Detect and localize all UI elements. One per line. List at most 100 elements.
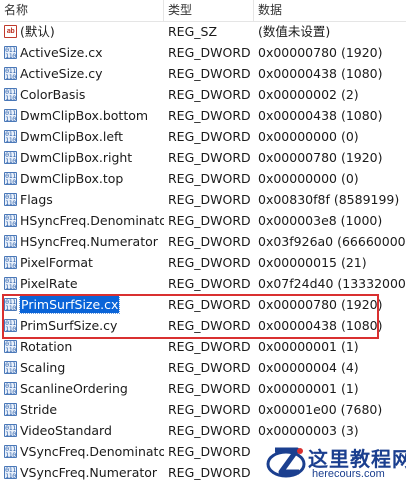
value-data: 0x00001e00 (7680)	[258, 402, 383, 417]
value-data: 0x03f926a0 (66660000)	[258, 234, 406, 249]
value-name: Flags	[20, 192, 53, 207]
value-data: 0x00000438 (1080)	[258, 66, 383, 81]
column-header-name[interactable]: 名称	[0, 0, 164, 21]
registry-value-row[interactable]: 011 110 Rotation REG_DWORD 0x00000001 (1)	[0, 336, 406, 357]
value-type: REG_DWORD	[168, 45, 251, 60]
registry-value-row[interactable]: 011 110 PrimSurfSize.cy REG_DWORD 0x0000043…	[0, 315, 406, 336]
column-header-data[interactable]: 数据	[254, 0, 406, 21]
value-type: REG_DWORD	[168, 129, 251, 144]
value-name-cell: 011 110 DwmClipBox.right	[4, 147, 164, 168]
value-name-cell: 011 110 DwmClipBox.top	[4, 168, 164, 189]
value-name: VSyncFreq.Numerator	[20, 465, 158, 480]
value-type: REG_DWORD	[168, 276, 251, 291]
value-name-cell: 011 110 HSyncFreq.Denominator	[4, 210, 164, 231]
value-name: DwmClipBox.right	[20, 150, 133, 165]
dword-value-icon: 011 110	[4, 193, 17, 206]
value-name-cell: ab (默认)	[4, 21, 164, 42]
value-name: PixelFormat	[20, 255, 93, 270]
dword-value-icon: 011 110	[4, 319, 17, 332]
registry-value-row[interactable]: ab (默认) REG_SZ (数值未设置)	[0, 21, 406, 42]
value-name-cell: 011 110 ColorBasis	[4, 84, 164, 105]
value-type: REG_DWORD	[168, 297, 251, 312]
value-data: 0x00000004 (4)	[258, 360, 359, 375]
value-type: REG_DWORD	[168, 255, 251, 270]
value-name-cell: 011 110 PrimSurfSize.cy	[4, 315, 164, 336]
value-name-cell: 011 110 Scaling	[4, 357, 164, 378]
value-name-cell: 011 110 ActiveSize.cy	[4, 63, 164, 84]
registry-value-row[interactable]: 011 110 Scaling REG_DWORD 0x00000004 (4)	[0, 357, 406, 378]
value-data: 0x00000000 (0)	[258, 129, 359, 144]
value-name: PixelRate	[20, 276, 78, 291]
value-name: PrimSurfSize.cx	[18, 295, 121, 314]
registry-value-row[interactable]: 011 110 Flags REG_DWORD 0x00830f8f (8589199…	[0, 189, 406, 210]
registry-value-row[interactable]: 011 110 ActiveSize.cx REG_DWORD 0x00000780 …	[0, 42, 406, 63]
dword-value-icon: 011 110	[4, 67, 17, 80]
value-type: REG_SZ	[168, 24, 218, 39]
value-name: ColorBasis	[20, 87, 86, 102]
registry-value-row[interactable]: 011 110 DwmClipBox.bottom REG_DWORD 0x00000…	[0, 105, 406, 126]
value-type: REG_DWORD	[168, 381, 251, 396]
value-name: HSyncFreq.Numerator	[20, 234, 158, 249]
dword-value-icon: 011 110	[4, 151, 17, 164]
dword-value-icon: 011 110	[4, 46, 17, 59]
value-data: (数值未设置)	[258, 24, 331, 39]
registry-value-row[interactable]: 011 110 ScanlineOrdering REG_DWORD 0x000000…	[0, 378, 406, 399]
value-type: REG_DWORD	[168, 465, 251, 480]
registry-value-row[interactable]: 011 110 HSyncFreq.Numerator REG_DWORD 0x03f…	[0, 231, 406, 252]
registry-value-row[interactable]: 011 110 DwmClipBox.left REG_DWORD 0x0000000…	[0, 126, 406, 147]
registry-values-list: ab (默认) REG_SZ (数值未设置) 011 110 ActiveSize.cx R…	[0, 21, 406, 483]
dword-value-icon: 011 110	[4, 214, 17, 227]
registry-value-row[interactable]: 011 110 DwmClipBox.top REG_DWORD 0x00000000…	[0, 168, 406, 189]
registry-value-row[interactable]: 011 110 PixelRate REG_DWORD 0x07f24d40 (133…	[0, 273, 406, 294]
dword-value-icon: 011 110	[4, 172, 17, 185]
value-name: Stride	[20, 402, 58, 417]
registry-value-row[interactable]: 011 110 VideoStandard REG_DWORD 0x00000003 …	[0, 420, 406, 441]
watermark-url: herecours.com	[312, 468, 385, 480]
value-name: HSyncFreq.Denominator	[20, 213, 164, 228]
dword-value-icon: 011 110	[4, 277, 17, 290]
registry-value-row[interactable]: 011 110 PixelFormat REG_DWORD 0x00000015 (2…	[0, 252, 406, 273]
value-name-cell: 011 110 DwmClipBox.left	[4, 126, 164, 147]
value-name-cell: 011 110 DwmClipBox.bottom	[4, 105, 164, 126]
value-data: 0x00000780 (1920)	[258, 150, 383, 165]
value-name: VSyncFreq.Denominator	[20, 444, 164, 459]
registry-value-row[interactable]: 011 110 Stride REG_DWORD 0x00001e00 (7680)	[0, 399, 406, 420]
registry-value-row[interactable]: 011 110 ActiveSize.cy REG_DWORD 0x00000438 …	[0, 63, 406, 84]
watermark-logo-icon	[266, 447, 306, 478]
dword-value-icon: 011 110	[4, 298, 17, 311]
value-name-cell: 011 110 ScanlineOrdering	[4, 378, 164, 399]
dword-value-icon: 011 110	[4, 466, 17, 479]
value-data: 0x000003e8 (1000)	[258, 213, 383, 228]
value-data: 0x00000000 (0)	[258, 171, 359, 186]
value-name: ScanlineOrdering	[20, 381, 128, 396]
value-type: REG_DWORD	[168, 444, 251, 459]
value-name: Scaling	[20, 360, 66, 375]
registry-value-row[interactable]: 011 110 ColorBasis REG_DWORD 0x00000002 (2)	[0, 84, 406, 105]
dword-value-icon: 011 110	[4, 382, 17, 395]
value-type: REG_DWORD	[168, 234, 251, 249]
value-name-cell: 011 110 Flags	[4, 189, 164, 210]
value-name-cell: 011 110 Rotation	[4, 336, 164, 357]
column-header-type[interactable]: 类型	[164, 0, 254, 21]
value-name: (默认)	[20, 24, 55, 39]
value-type: REG_DWORD	[168, 402, 251, 417]
registry-value-row[interactable]: 011 110 HSyncFreq.Denominator REG_DWORD 0x0…	[0, 210, 406, 231]
value-data: 0x00000002 (2)	[258, 87, 359, 102]
value-name: DwmClipBox.top	[20, 171, 124, 186]
value-type: REG_DWORD	[168, 423, 251, 438]
registry-value-row[interactable]: 011 110 PrimSurfSize.cx REG_DWORD 0x0000078…	[0, 294, 406, 315]
dword-value-icon: 011 110	[4, 256, 17, 269]
value-type: REG_DWORD	[168, 360, 251, 375]
value-name-cell: 011 110 VideoStandard	[4, 420, 164, 441]
value-data: 0x00000001 (1)	[258, 339, 359, 354]
registry-value-row[interactable]: 011 110 DwmClipBox.right REG_DWORD 0x000007…	[0, 147, 406, 168]
value-data: 0x00000438 (1080)	[258, 318, 383, 333]
value-name: DwmClipBox.bottom	[20, 108, 149, 123]
value-name: ActiveSize.cy	[20, 66, 103, 81]
value-data: 0x00000438 (1080)	[258, 108, 383, 123]
value-data: 0x00000780 (1920)	[258, 297, 383, 312]
watermark: 这里教程网 herecours.com	[266, 440, 406, 484]
value-name: VideoStandard	[20, 423, 112, 438]
column-header: 名称 类型 数据	[0, 0, 406, 22]
value-type: REG_DWORD	[168, 108, 251, 123]
